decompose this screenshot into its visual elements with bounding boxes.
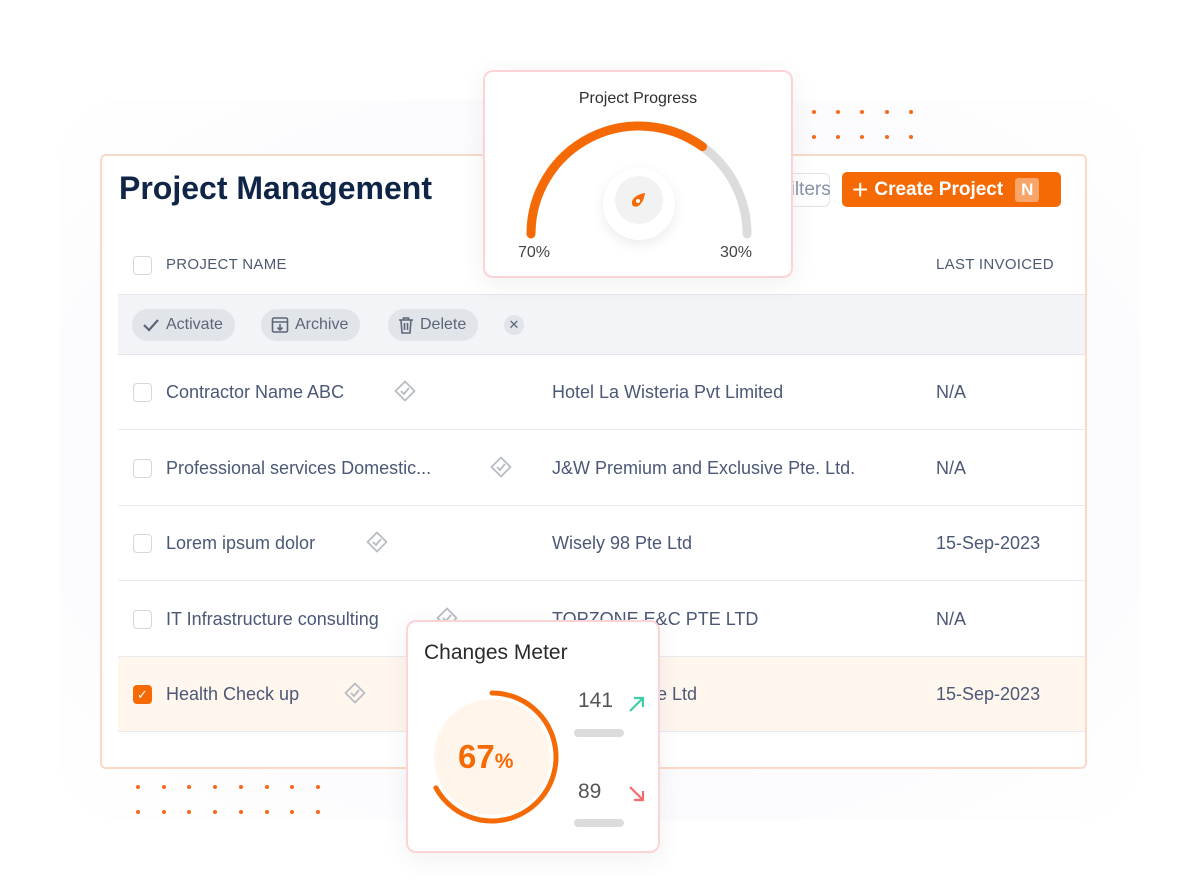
client-name: J&W Premium and Exclusive Pte. Ltd. <box>552 457 856 478</box>
table-row[interactable]: Professional services Domestic... J&W Pr… <box>118 431 1085 506</box>
archive-button[interactable]: Archive <box>261 309 361 341</box>
decorative-dot <box>812 135 816 139</box>
client-name: Wisely 98 Pte Ltd <box>552 533 693 553</box>
client-name: Hotel La Wisteria Pvt Limited <box>552 382 784 402</box>
changes-percent: 67% <box>458 738 513 776</box>
decorative-dot <box>238 810 243 814</box>
delete-label: Delete <box>420 316 467 333</box>
decrease-value: 89 <box>578 780 602 803</box>
decorative-dot <box>238 785 243 789</box>
done-percent-label: 70% <box>518 244 551 261</box>
row-checkbox[interactable] <box>133 383 152 402</box>
decrease-bar <box>574 819 624 827</box>
trash-icon <box>399 317 413 334</box>
decorative-dot <box>315 785 320 789</box>
plus-icon: + <box>852 173 869 205</box>
shortcut-badge: N <box>1015 177 1040 202</box>
select-all-checkbox[interactable] <box>133 256 152 275</box>
last-invoiced: N/A <box>936 608 967 629</box>
last-invoiced: 15-Sep-2023 <box>936 533 1041 553</box>
percent-sign: % <box>494 750 514 773</box>
project-name[interactable]: Lorem ipsum dolor <box>166 533 315 554</box>
last-invoiced: N/A <box>936 457 967 478</box>
decorative-dot <box>812 110 816 114</box>
last-invoiced: N/A <box>936 382 967 402</box>
rocket-window <box>636 199 640 203</box>
activate-label: Activate <box>166 316 223 333</box>
percent-value: 67 <box>458 738 495 775</box>
project-name[interactable]: IT Infrastructure consulting <box>166 609 379 630</box>
decorative-dot <box>908 110 913 114</box>
decorative-dot <box>264 810 269 814</box>
archive-label: Archive <box>295 316 349 333</box>
changes-meter-card: Changes Meter 67% 141 89 <box>406 620 660 853</box>
check-icon <box>143 319 159 332</box>
project-progress-card: Project Progress 70% 30% <box>483 70 793 278</box>
verified-badge-icon <box>344 682 366 704</box>
last-invoiced: 15-Sep-2023 <box>936 684 1041 704</box>
decorative-dot <box>884 110 889 114</box>
project-name[interactable]: Contractor Name ABC <box>166 382 344 403</box>
verified-badge-icon <box>490 456 512 477</box>
table-row[interactable]: Lorem ipsum dolor Wisely 98 Pte Ltd 15-S… <box>118 506 1085 581</box>
decorative-dot <box>136 785 140 789</box>
decorative-dot <box>161 810 166 814</box>
bulk-actions-bar: Activate Archive Delete ✕ <box>118 294 1085 355</box>
remaining-percent-label: 30% <box>720 244 753 261</box>
decorative-dot <box>264 785 269 789</box>
delete-button[interactable]: Delete <box>388 309 479 341</box>
increase-value: 141 <box>578 689 614 712</box>
decorative-dot <box>908 135 913 139</box>
project-name[interactable]: Professional services Domestic... <box>166 458 431 479</box>
create-project-button[interactable]: + Create Project N <box>842 172 1061 207</box>
decorative-dot <box>161 785 166 789</box>
row-checkbox[interactable] <box>133 609 152 629</box>
decorative-dot <box>315 810 320 814</box>
changes-meter-title: Changes Meter <box>424 641 568 664</box>
column-header-last-invoiced[interactable]: LAST INVOICED <box>936 256 1054 273</box>
verified-badge-icon <box>366 531 388 553</box>
clear-selection-button[interactable]: ✕ <box>504 315 524 335</box>
decorative-dot <box>884 135 889 139</box>
arrow-down-right-icon <box>629 786 645 802</box>
decorative-dot <box>136 810 140 814</box>
arrow-up-right-icon <box>629 696 645 712</box>
archive-icon <box>271 317 289 333</box>
column-header-project-name[interactable]: PROJECT NAME <box>166 256 287 273</box>
row-checkbox[interactable] <box>133 534 152 553</box>
create-project-label: Create Project <box>874 178 1004 200</box>
activate-button[interactable]: Activate <box>132 309 235 341</box>
verified-badge-icon <box>394 380 416 402</box>
increase-bar <box>574 729 624 737</box>
project-name[interactable]: Health Check up <box>166 684 299 705</box>
page-title: Project Management <box>119 170 432 206</box>
row-checkbox[interactable] <box>133 458 152 478</box>
table-row[interactable]: Contractor Name ABC Hotel La Wisteria Pv… <box>118 355 1085 430</box>
row-checkbox[interactable]: ✓ <box>133 685 152 704</box>
